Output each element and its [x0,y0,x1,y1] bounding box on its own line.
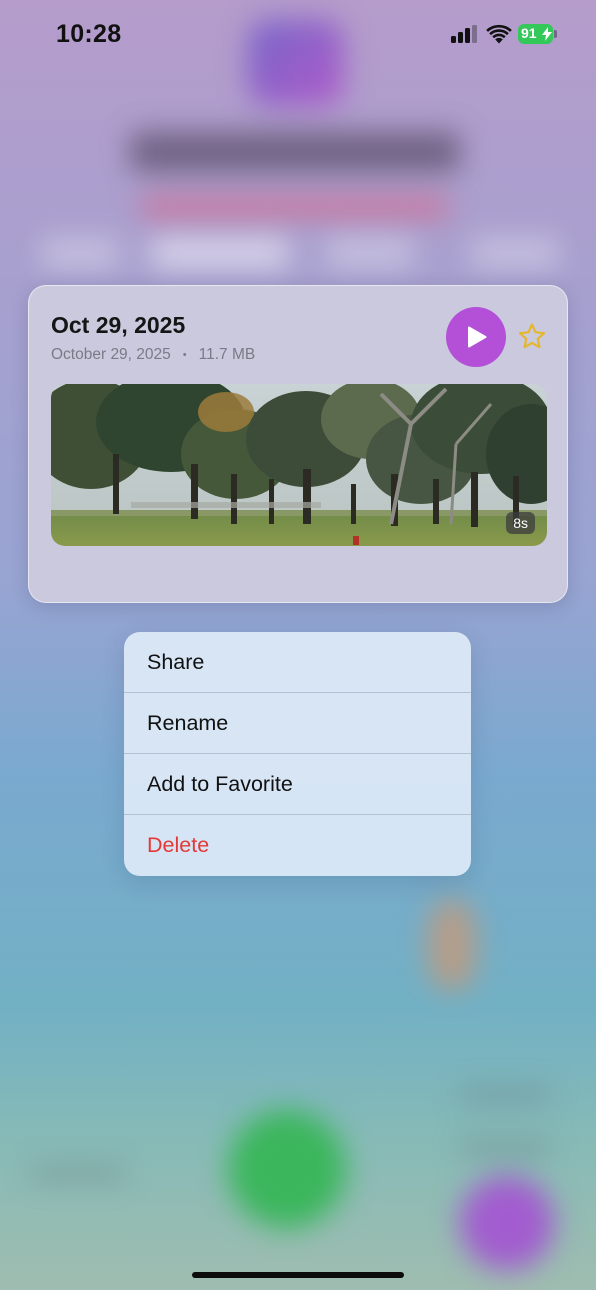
background-record-button [228,1110,346,1228]
menu-item-rename[interactable]: Rename [124,693,471,754]
favorite-star-icon[interactable] [517,322,547,352]
recording-card[interactable]: Oct 29, 2025 October 29, 2025 • 11.7 MB [28,285,568,603]
play-icon [468,326,487,348]
charging-bolt-icon [542,27,552,41]
background-label [30,1166,126,1180]
background-tab [40,238,120,268]
menu-item-delete[interactable]: Delete [124,815,471,876]
recording-meta: October 29, 2025 • 11.7 MB [51,346,255,364]
background-subtitle [140,198,450,216]
menu-item-share[interactable]: Share [124,632,471,693]
background-tab-selected [150,238,290,268]
background-shape [428,900,476,990]
play-button[interactable] [446,307,506,367]
battery-charging-icon: 91 [518,24,558,44]
battery-level: 91 [521,25,537,41]
background-tab [470,238,560,268]
home-indicator[interactable] [192,1272,404,1278]
duration-badge: 8s [506,512,535,534]
recording-date: October 29, 2025 [51,346,171,363]
background-tab [325,238,415,268]
background-label [458,1140,552,1154]
context-menu: Share Rename Add to Favorite Delete [124,632,471,876]
status-time: 10:28 [56,20,122,48]
park-scene-image [51,384,547,546]
background-title [130,132,460,172]
cellular-signal-icon [451,25,479,43]
background-fab [460,1176,554,1270]
recording-size: 11.7 MB [198,346,256,363]
recording-title: Oct 29, 2025 [51,312,186,338]
background-label [458,1088,552,1102]
status-bar: 10:28 91 [0,0,596,70]
video-thumbnail[interactable]: 8s [51,384,547,546]
menu-item-add-to-favorite[interactable]: Add to Favorite [124,754,471,815]
wifi-icon [486,24,512,44]
meta-separator: • [182,349,187,361]
